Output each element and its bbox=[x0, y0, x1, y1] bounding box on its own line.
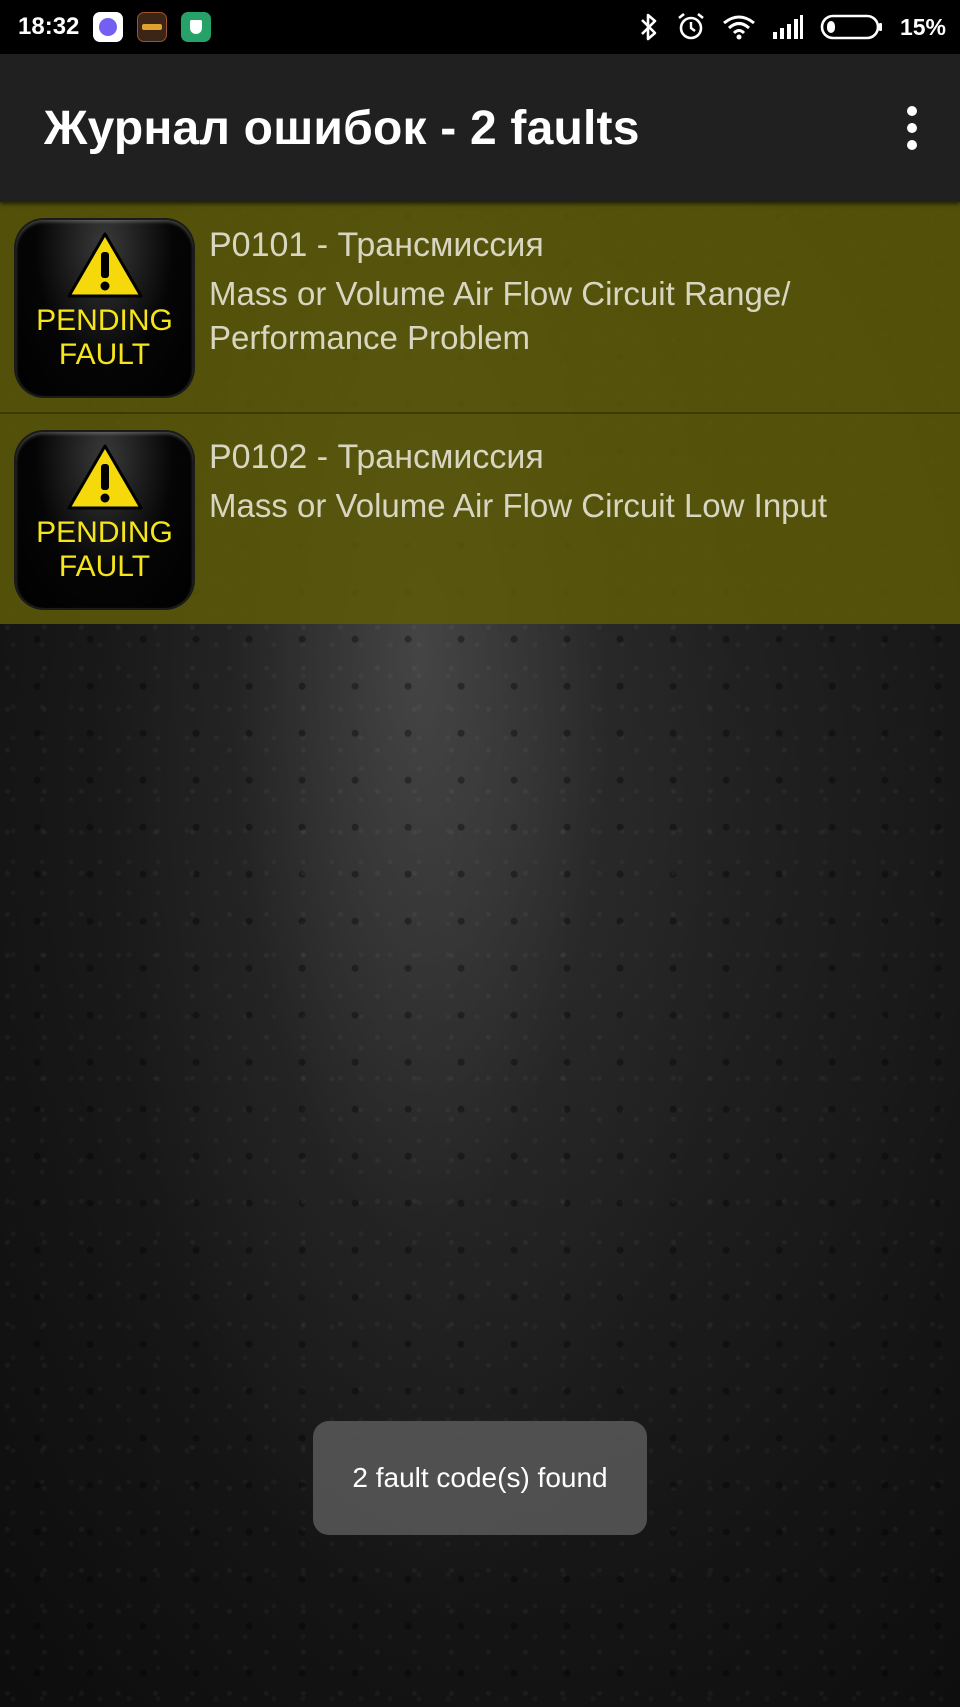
battery-percent: 15% bbox=[899, 13, 946, 40]
more-vert-icon bbox=[907, 106, 917, 116]
status-time: 18:32 bbox=[18, 13, 80, 40]
status-icons: 15% bbox=[638, 12, 946, 42]
overflow-menu-button[interactable] bbox=[892, 98, 932, 158]
game-icon bbox=[137, 12, 168, 42]
fault-list-item[interactable]: PENDING FAULT P0102 - Трансмиссия Mass o… bbox=[0, 414, 960, 624]
fault-text: P0101 - Трансмиссия Mass or Volume Air F… bbox=[209, 202, 949, 412]
viber-icon bbox=[93, 12, 124, 42]
fault-text: P0102 - Трансмиссия Mass or Volume Air F… bbox=[209, 414, 827, 624]
fault-code: P0102 - Трансмиссия bbox=[209, 438, 544, 476]
battery-icon bbox=[820, 13, 884, 41]
warning-icon bbox=[67, 232, 142, 298]
toast-message: 2 fault code(s) found bbox=[313, 1421, 647, 1535]
fault-description: Mass or Volume Air Flow Circuit Range/ P… bbox=[209, 275, 791, 356]
alarm-icon bbox=[676, 12, 706, 42]
fault-list: PENDING FAULT P0101 - Трансмиссия Mass o… bbox=[0, 202, 960, 624]
signal-icon bbox=[772, 14, 804, 40]
pending-fault-badge: PENDING FAULT bbox=[16, 220, 193, 396]
shield-icon bbox=[181, 12, 212, 42]
app-bar: Журнал ошибок - 2 faults bbox=[0, 54, 960, 202]
fault-code: P0101 - Трансмиссия bbox=[209, 226, 544, 264]
wifi-icon bbox=[722, 14, 756, 40]
toast-text: 2 fault code(s) found bbox=[352, 1462, 608, 1493]
bluetooth-icon bbox=[638, 12, 660, 42]
warning-icon bbox=[67, 444, 142, 510]
page-title: Журнал ошибок - 2 faults bbox=[44, 101, 640, 155]
badge-label: PENDING FAULT bbox=[36, 304, 173, 371]
badge-label: PENDING FAULT bbox=[36, 516, 173, 583]
status-bar: 18:32 15% bbox=[0, 0, 960, 54]
pending-fault-badge: PENDING FAULT bbox=[16, 432, 193, 608]
fault-list-item[interactable]: PENDING FAULT P0101 - Трансмиссия Mass o… bbox=[0, 202, 960, 414]
fault-description: Mass or Volume Air Flow Circuit Low Inpu… bbox=[209, 487, 828, 524]
